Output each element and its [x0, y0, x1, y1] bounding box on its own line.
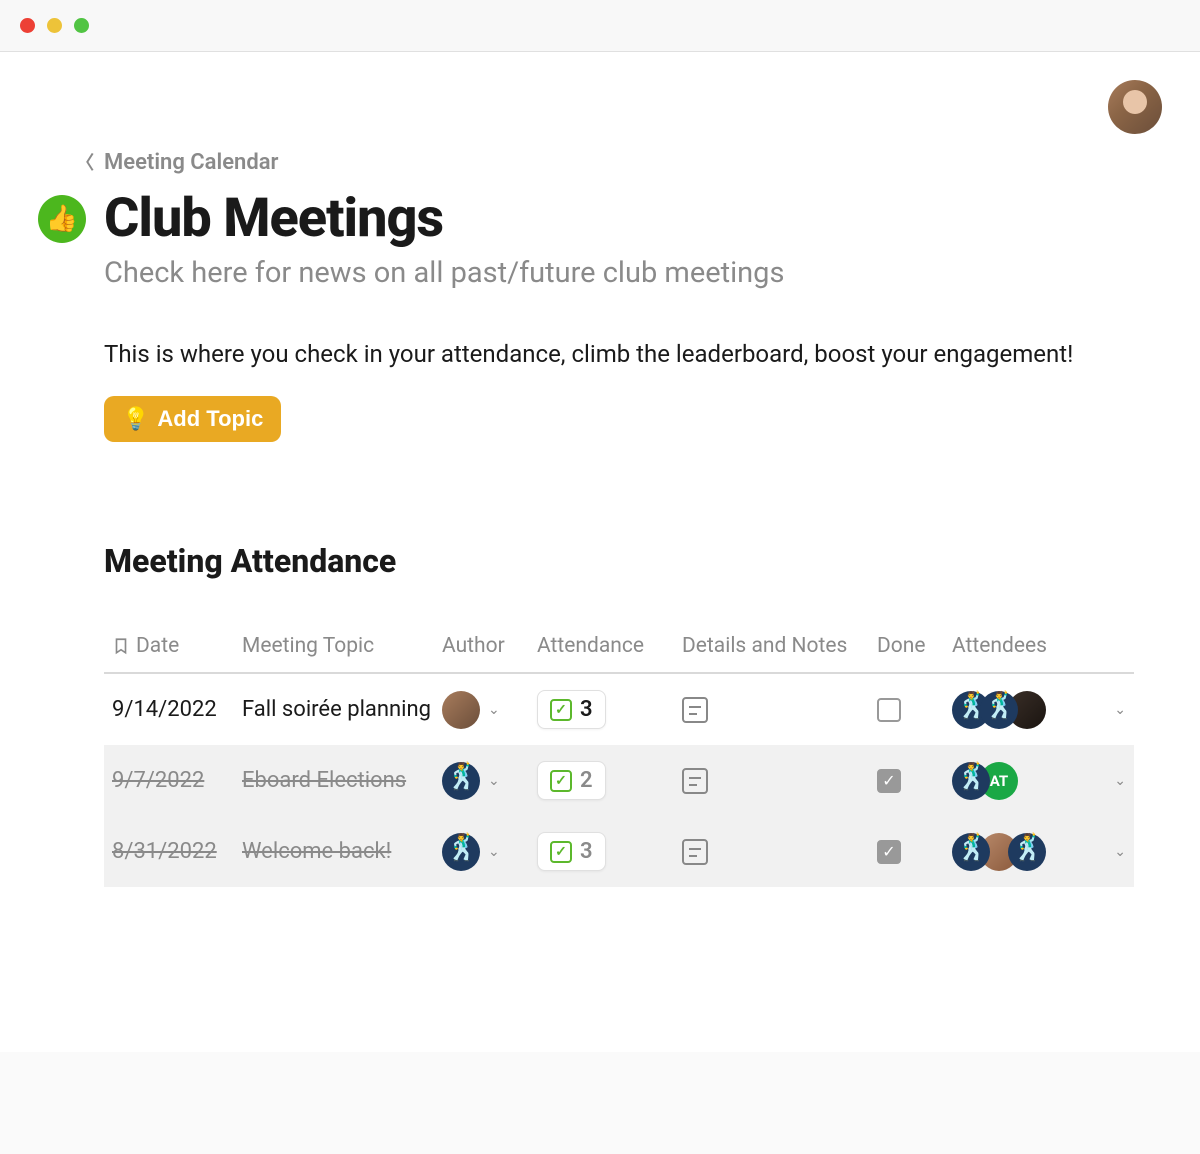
breadcrumb-label: Meeting Calendar: [104, 150, 278, 175]
lightbulb-icon: 💡: [122, 406, 149, 432]
page-description: This is where you check in your attendan…: [104, 340, 1162, 368]
column-header-author[interactable]: Author: [442, 634, 537, 658]
attendance-count: 3: [580, 697, 593, 722]
cell-attendance[interactable]: ✓ 3: [537, 690, 682, 729]
column-header-attendees[interactable]: Attendees: [952, 634, 1126, 658]
attendance-count: 2: [580, 768, 593, 793]
page-content: 〈 Meeting Calendar 👍 Club Meetings Check…: [0, 52, 1200, 1052]
checkbox-checked[interactable]: ✓: [877, 769, 901, 793]
window-minimize-button[interactable]: [47, 18, 62, 33]
cell-done[interactable]: ✓: [877, 840, 952, 864]
chevron-down-icon: ⌄: [488, 844, 500, 860]
cell-attendees[interactable]: ⌄: [952, 833, 1126, 871]
cell-notes[interactable]: [682, 768, 877, 794]
cell-topic: Eboard Elections: [242, 768, 442, 793]
checkbox-unchecked[interactable]: [877, 698, 901, 722]
author-avatar: [442, 691, 480, 729]
thumbs-up-icon: 👍: [38, 195, 86, 243]
chevron-down-icon: ⌄: [1114, 702, 1126, 718]
chevron-down-icon: ⌄: [1114, 773, 1126, 789]
cell-done[interactable]: ✓: [877, 769, 952, 793]
chevron-down-icon: ⌄: [1114, 844, 1126, 860]
cell-topic: Fall soirée planning: [242, 697, 442, 722]
user-avatar[interactable]: [1108, 80, 1162, 134]
cell-attendance[interactable]: ✓ 3: [537, 832, 682, 871]
section-title: Meeting Attendance: [104, 542, 1162, 580]
column-header-date[interactable]: Date: [112, 634, 242, 658]
notes-icon: [682, 839, 708, 865]
cell-topic: Welcome back!: [242, 839, 442, 864]
cell-date: 9/14/2022: [112, 697, 242, 722]
window-chrome: [0, 0, 1200, 52]
column-header-done[interactable]: Done: [877, 634, 952, 658]
column-header-topic[interactable]: Meeting Topic: [242, 634, 442, 658]
author-avatar: [442, 833, 480, 871]
attendee-avatar: [1008, 833, 1046, 871]
breadcrumb[interactable]: 〈 Meeting Calendar: [38, 149, 1162, 175]
top-bar: [38, 72, 1162, 149]
author-avatar: [442, 762, 480, 800]
page-subtitle: Check here for news on all past/future c…: [104, 256, 1162, 290]
checkmark-icon: ✓: [550, 699, 572, 721]
bookmark-icon: [112, 635, 130, 657]
add-topic-label: Add Topic: [157, 406, 263, 432]
cell-author[interactable]: ⌄: [442, 691, 537, 729]
attendee-avatar: [952, 833, 990, 871]
table-row[interactable]: 8/31/2022 Welcome back! ⌄ ✓ 3 ✓: [104, 816, 1134, 887]
notes-icon: [682, 697, 708, 723]
cell-date: 9/7/2022: [112, 768, 242, 793]
column-header-notes[interactable]: Details and Notes: [682, 634, 877, 658]
attendance-count: 3: [580, 839, 593, 864]
chevron-down-icon: ⌄: [488, 773, 500, 789]
cell-done[interactable]: [877, 698, 952, 722]
chevron-left-icon: 〈: [76, 149, 94, 175]
table-row[interactable]: 9/14/2022 Fall soirée planning ⌄ ✓ 3: [104, 674, 1134, 745]
column-header-attendance[interactable]: Attendance: [537, 634, 682, 658]
cell-notes[interactable]: [682, 839, 877, 865]
checkmark-icon: ✓: [550, 841, 572, 863]
cell-date: 8/31/2022: [112, 839, 242, 864]
table-row[interactable]: 9/7/2022 Eboard Elections ⌄ ✓ 2 ✓: [104, 745, 1134, 816]
cell-attendees[interactable]: ⌄: [952, 691, 1126, 729]
attendee-avatar: [952, 762, 990, 800]
attendance-table: Date Meeting Topic Author Attendance Det…: [104, 620, 1134, 887]
add-topic-button[interactable]: 💡 Add Topic: [104, 396, 281, 442]
notes-icon: [682, 768, 708, 794]
cell-attendees[interactable]: AT ⌄: [952, 762, 1126, 800]
cell-author[interactable]: ⌄: [442, 762, 537, 800]
cell-author[interactable]: ⌄: [442, 833, 537, 871]
checkbox-checked[interactable]: ✓: [877, 840, 901, 864]
table-header-row: Date Meeting Topic Author Attendance Det…: [104, 620, 1134, 674]
cell-attendance[interactable]: ✓ 2: [537, 761, 682, 800]
cell-notes[interactable]: [682, 697, 877, 723]
window-close-button[interactable]: [20, 18, 35, 33]
attendee-avatar: [980, 691, 1018, 729]
title-row: 👍 Club Meetings: [38, 187, 1162, 250]
checkmark-icon: ✓: [550, 770, 572, 792]
chevron-down-icon: ⌄: [488, 702, 500, 718]
page-title: Club Meetings: [104, 187, 443, 250]
window-maximize-button[interactable]: [74, 18, 89, 33]
